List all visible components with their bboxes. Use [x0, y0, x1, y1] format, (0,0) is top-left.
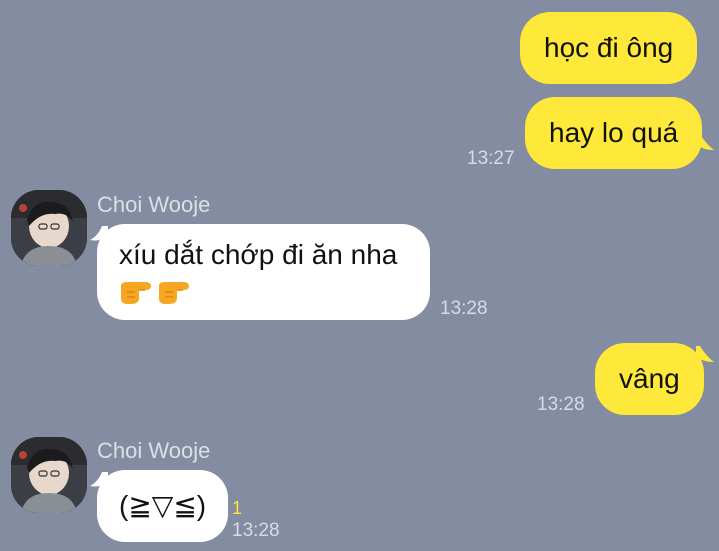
- emoji-row: [119, 276, 408, 306]
- message-timestamp: 13:27: [467, 148, 515, 169]
- sent-message-bubble[interactable]: vâng: [595, 343, 704, 415]
- received-message-bubble[interactable]: xíu dắt chớp đi ăn nha: [97, 224, 430, 320]
- message-text: xíu dắt chớp đi ăn nha: [119, 239, 398, 270]
- message-text: hay lo quá: [549, 117, 679, 148]
- sender-name: Choi Wooje: [97, 192, 211, 217]
- message-text: (≧▽≦): [119, 490, 207, 521]
- message-timestamp: 13:28: [537, 394, 585, 415]
- received-message-bubble[interactable]: (≧▽≦): [97, 470, 229, 542]
- unread-count: 1: [232, 498, 243, 518]
- profile-photo-icon: [11, 437, 87, 513]
- pointing-right-emoji-icon: [119, 276, 155, 306]
- sent-message-bubble[interactable]: học đi ông: [520, 12, 698, 84]
- message-text: học đi ông: [544, 32, 674, 63]
- avatar[interactable]: [11, 190, 87, 266]
- sent-bubble-tail: [696, 134, 714, 150]
- message-text: vâng: [619, 363, 680, 394]
- profile-photo-icon: [11, 190, 87, 266]
- pointing-right-emoji-icon: [157, 276, 193, 306]
- message-timestamp: 13:28: [440, 298, 488, 319]
- message-timestamp: 13:28: [232, 520, 280, 541]
- sender-name: Choi Wooje: [97, 438, 211, 463]
- sent-bubble-tail: [696, 346, 714, 362]
- sent-message-bubble[interactable]: hay lo quá: [525, 97, 703, 169]
- avatar[interactable]: [11, 437, 87, 513]
